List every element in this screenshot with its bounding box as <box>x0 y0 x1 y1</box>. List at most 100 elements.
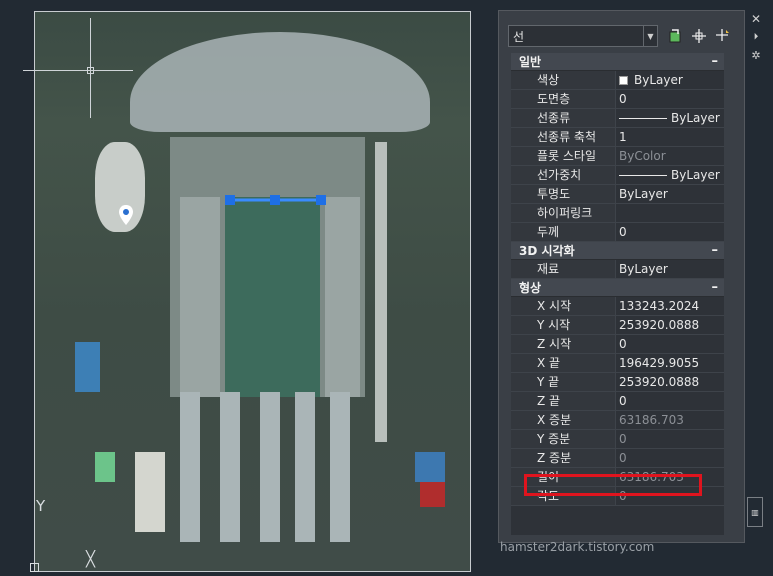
color-swatch-icon <box>619 75 628 85</box>
property-label: Z 증분 <box>511 449 616 467</box>
property-value-cell[interactable]: ByLayer <box>616 260 724 278</box>
linetype-preview-icon <box>619 174 667 176</box>
select-objects-icon[interactable] <box>689 26 709 46</box>
linetype-preview-icon <box>619 117 667 119</box>
property-value: 253920.0888 <box>619 374 700 389</box>
property-value-cell[interactable]: 0 <box>616 335 724 353</box>
gear-icon[interactable]: ✲ <box>750 49 762 62</box>
palette-title-tab[interactable]: ▥ <box>747 497 763 527</box>
chevron-down-icon[interactable]: ▼ <box>643 26 657 46</box>
close-icon[interactable]: ✕ <box>750 12 762 26</box>
property-row[interactable]: X 끝 196429.9055 <box>511 354 724 373</box>
property-value: ByLayer <box>634 72 683 87</box>
property-value-cell[interactable]: 196429.9055 <box>616 354 724 372</box>
section-header[interactable]: 일반 – <box>511 53 724 71</box>
property-row[interactable]: 선종류 축척 1 <box>511 128 724 147</box>
property-row[interactable]: Z 시작 0 <box>511 335 724 354</box>
property-value: ByColor <box>619 148 666 163</box>
property-label: 선종류 <box>511 109 616 127</box>
property-value-cell[interactable]: 1 <box>616 128 724 146</box>
property-value-cell[interactable]: ByLayer <box>616 185 724 203</box>
collapse-icon[interactable]: – <box>712 243 719 258</box>
property-label: X 증분 <box>511 411 616 429</box>
property-label: 재료 <box>511 260 616 278</box>
property-label: X 끝 <box>511 354 616 372</box>
property-value: 0 <box>619 431 627 446</box>
ucs-x-mark: ╳ <box>86 550 96 568</box>
object-type-dropdown[interactable]: 선 ▼ <box>508 25 658 47</box>
property-value: 0 <box>619 336 627 351</box>
property-value-cell[interactable]: 0 <box>616 223 724 241</box>
property-value: ByLayer <box>619 261 668 276</box>
property-value-cell[interactable]: ByLayer <box>616 71 724 89</box>
property-value-cell: 63186.703 <box>616 411 724 429</box>
drawing-viewport[interactable] <box>34 11 471 572</box>
property-value-cell[interactable]: ByLayer <box>616 109 724 127</box>
property-value: 253920.0888 <box>619 317 700 332</box>
toggle-pickadd-icon[interactable] <box>665 26 685 46</box>
property-value: ByLayer <box>619 186 668 201</box>
property-value-cell: 0 <box>616 449 724 467</box>
property-row[interactable]: 하이퍼링크 <box>511 204 724 223</box>
property-row[interactable]: X 증분 63186.703 <box>511 411 724 430</box>
property-value-cell: 0 <box>616 430 724 448</box>
property-row[interactable]: 도면층 0 <box>511 90 724 109</box>
ucs-origin-icon <box>30 563 39 572</box>
property-row[interactable]: 재료 ByLayer <box>511 260 724 279</box>
map-pin-icon <box>119 205 133 225</box>
pickbox <box>87 67 94 74</box>
object-type-value: 선 <box>513 29 525 44</box>
property-value-cell[interactable]: 0 <box>616 90 724 108</box>
property-label: Y 시작 <box>511 316 616 334</box>
property-label: 플롯 스타일 <box>511 147 616 165</box>
property-row[interactable]: 투명도 ByLayer <box>511 185 724 204</box>
property-row[interactable]: 색상 ByLayer <box>511 71 724 90</box>
property-row[interactable]: 선가중치 ByLayer <box>511 166 724 185</box>
property-row[interactable]: Z 증분 0 <box>511 449 724 468</box>
property-row[interactable]: Y 끝 253920.0888 <box>511 373 724 392</box>
property-value-cell[interactable] <box>616 204 724 222</box>
property-value-cell[interactable]: 253920.0888 <box>616 316 724 334</box>
property-value-cell[interactable]: 133243.2024 <box>616 297 724 315</box>
property-row[interactable]: Y 증분 0 <box>511 430 724 449</box>
property-value-cell[interactable]: 0 <box>616 392 724 410</box>
property-row[interactable]: Z 끝0 <box>511 392 724 411</box>
collapse-icon[interactable]: – <box>712 280 719 295</box>
property-row[interactable]: 선종류 ByLayer <box>511 109 724 128</box>
property-row[interactable]: Y 시작 253920.0888 <box>511 316 724 335</box>
property-value: 63186.703 <box>619 412 684 427</box>
property-label: Z 시작 <box>511 335 616 353</box>
property-label: 도면층 <box>511 90 616 108</box>
property-value: 133243.2024 <box>619 298 700 313</box>
auto-hide-icon[interactable]: ⏵ <box>750 31 762 43</box>
ucs-y-label: Y <box>36 497 46 515</box>
quick-select-icon[interactable] <box>713 26 733 46</box>
section-header[interactable]: 3D 시각화 – <box>511 242 724 260</box>
watermark: hamster2dark.tistory.com <box>500 540 655 554</box>
property-value: 1 <box>619 129 627 144</box>
property-label: Y 끝 <box>511 373 616 391</box>
property-label: Y 증분 <box>511 430 616 448</box>
property-value-cell[interactable]: ByLayer <box>616 166 724 184</box>
property-value-cell[interactable]: 253920.0888 <box>616 373 724 391</box>
collapse-icon[interactable]: – <box>712 54 719 69</box>
autocad-window: Y ╳ 선 ▼ 일반 – 색상 ByLayer 도면층 0 선종류 ByLayer 선종류 축척… <box>0 0 773 576</box>
property-value: 0 <box>619 393 627 408</box>
section-title: 일반 <box>519 55 542 69</box>
property-grid: 일반 – 색상 ByLayer 도면층 0 선종류 ByLayer 선종류 축척 1 플롯 스타일 B… <box>511 53 724 535</box>
property-row[interactable]: 플롯 스타일 ByColor <box>511 147 724 166</box>
property-label: 선종류 축척 <box>511 128 616 146</box>
property-row[interactable]: X 시작 133243.2024 <box>511 297 724 316</box>
property-value: 0 <box>619 91 627 106</box>
section-title: 형상 <box>519 281 542 295</box>
property-label: 색상 <box>511 71 616 89</box>
property-row[interactable]: 두께 0 <box>511 223 724 242</box>
property-value-cell: ByColor <box>616 147 724 165</box>
property-label: 선가중치 <box>511 166 616 184</box>
property-label: X 시작 <box>511 297 616 315</box>
length-highlight-box <box>524 474 702 496</box>
property-label: 투명도 <box>511 185 616 203</box>
property-value: 196429.9055 <box>619 355 700 370</box>
selected-line[interactable] <box>35 12 471 572</box>
section-header[interactable]: 형상 – <box>511 279 724 297</box>
